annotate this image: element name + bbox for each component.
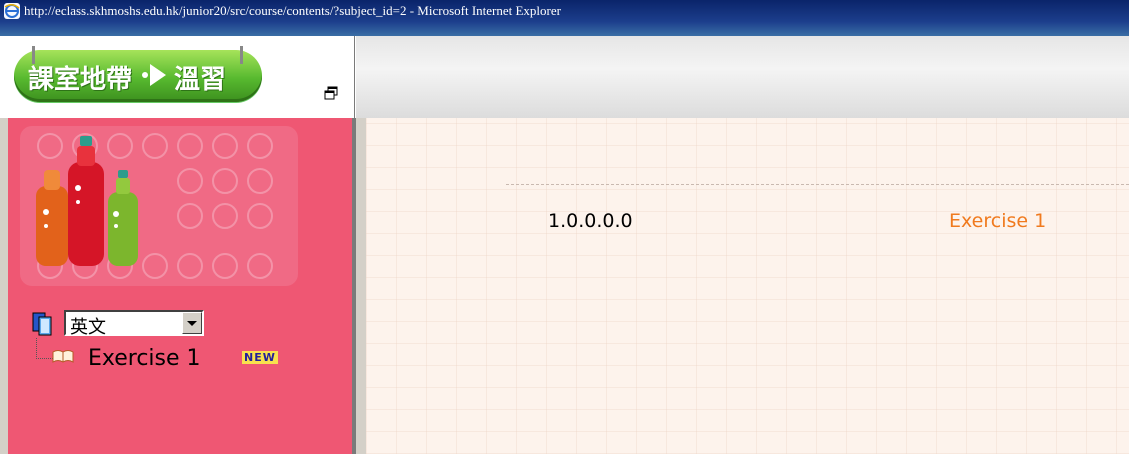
subject-select-value: 英文 bbox=[70, 317, 106, 338]
bottles-illustration bbox=[20, 126, 298, 286]
select-dropdown-button[interactable] bbox=[182, 312, 202, 334]
window-title: http://eclass.skhmoshs.edu.hk/junior20/s… bbox=[24, 3, 561, 18]
logo-text-secondary: 溫習 bbox=[174, 65, 227, 95]
content-background bbox=[366, 118, 1129, 454]
chevron-down-icon bbox=[187, 321, 197, 326]
books-icon bbox=[32, 312, 54, 336]
new-badge: NEW bbox=[242, 351, 278, 364]
logo-text-primary: 課室地帶 bbox=[28, 65, 133, 95]
internet-explorer-icon bbox=[4, 3, 20, 19]
restore-frame-icon[interactable] bbox=[324, 86, 338, 100]
section-number: 1.0.0.0.0 bbox=[548, 210, 633, 232]
top-toolbar-area bbox=[356, 36, 1129, 118]
open-book-icon bbox=[52, 349, 74, 363]
tree-item-exercise-1[interactable]: Exercise 1 bbox=[88, 346, 201, 371]
tree-connector bbox=[36, 338, 53, 359]
logo-area: 課室地帶 溫習 bbox=[6, 36, 355, 118]
divider bbox=[506, 184, 1129, 185]
top-frame: 課室地帶 溫習 bbox=[0, 36, 1129, 119]
hanging-hook bbox=[240, 46, 243, 64]
arrow-right-icon bbox=[140, 58, 174, 92]
subject-select[interactable]: 英文 bbox=[64, 310, 204, 338]
window-title-bar: http://eclass.skhmoshs.edu.hk/junior20/s… bbox=[0, 0, 1129, 36]
section-title: Exercise 1 bbox=[949, 210, 1047, 232]
sidebar-frame: 英文 Exercise 1 NEW bbox=[0, 118, 356, 454]
logo-banner[interactable]: 課室地帶 溫習 bbox=[14, 46, 262, 102]
content-frame: 1.0.0.0.0 Exercise 1 bbox=[356, 118, 1129, 454]
